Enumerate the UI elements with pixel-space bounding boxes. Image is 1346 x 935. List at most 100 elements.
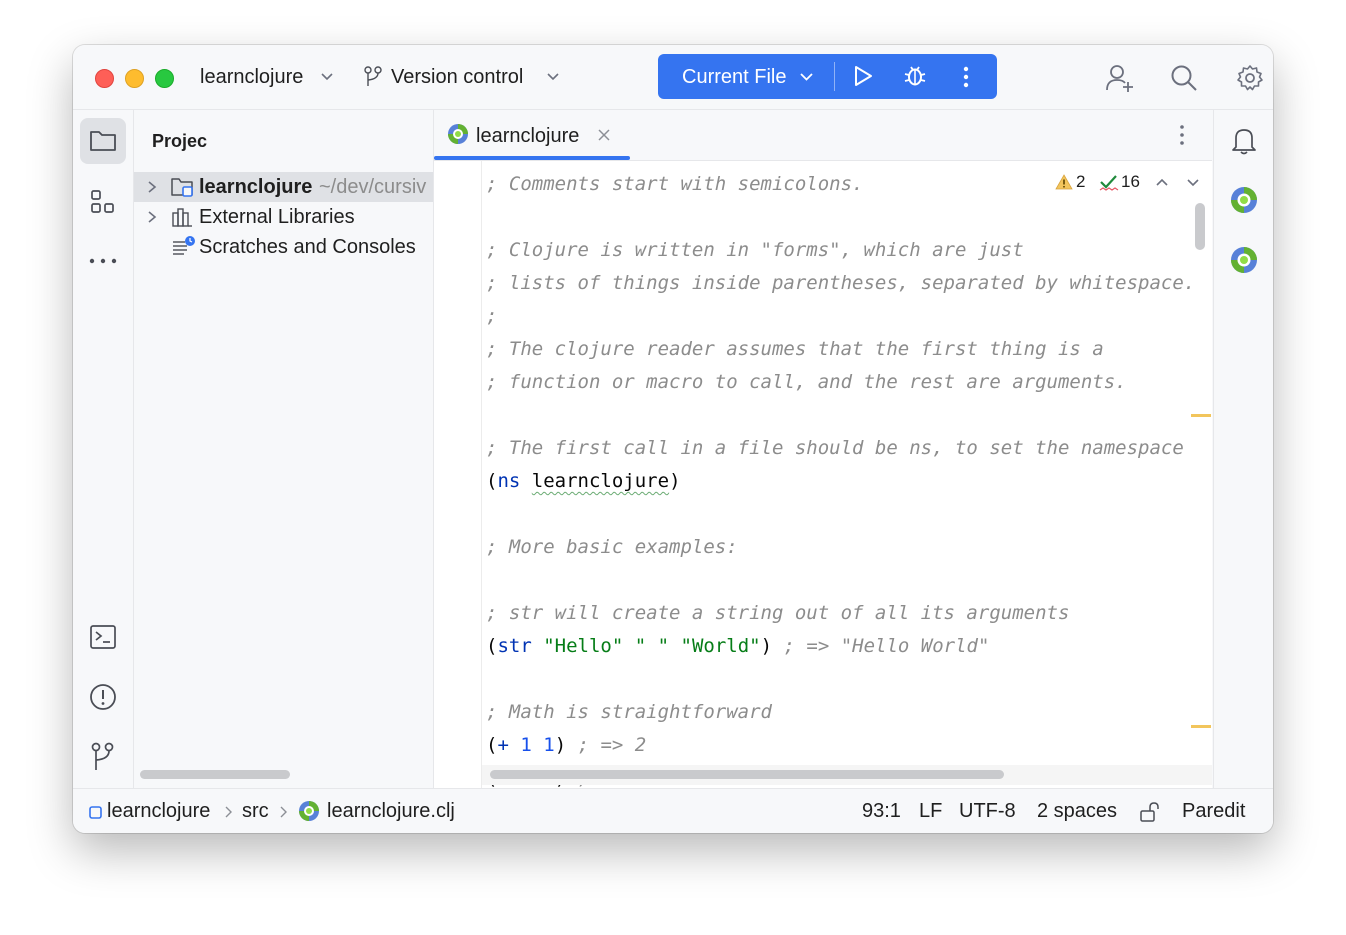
caret-position[interactable]: 93:1 <box>862 799 901 823</box>
breadcrumb-separator-icon <box>225 806 232 818</box>
weak-warning-count: 16 <box>1121 172 1140 191</box>
code-token: ( <box>486 635 498 657</box>
more-tool-windows-button[interactable] <box>80 238 126 284</box>
previous-highlight-icon[interactable] <box>1156 178 1168 187</box>
code-line[interactable]: ; Clojure is written in "forms", which a… <box>486 234 1212 267</box>
git-tool-button[interactable] <box>80 734 126 780</box>
project-panel-title: Projec <box>152 131 208 151</box>
code-line[interactable]: ; <box>486 300 1212 333</box>
problems-tool-button[interactable] <box>80 674 126 720</box>
editor-vertical-scrollbar[interactable] <box>1195 203 1205 250</box>
code-token: "Hello" <box>543 635 624 657</box>
terminal-tool-button[interactable] <box>80 614 126 660</box>
clojure-repl-icon[interactable] <box>1230 186 1258 214</box>
chevron-down-icon[interactable] <box>547 72 559 82</box>
project-tool-button[interactable] <box>80 118 126 164</box>
warning-stripe-marker[interactable] <box>1191 725 1211 728</box>
code-line[interactable] <box>486 564 1212 597</box>
more-actions-icon[interactable] <box>963 66 969 88</box>
title-bar: learnclojure Version control Current Fil… <box>73 45 1273 110</box>
git-icon <box>91 742 114 770</box>
code-line[interactable]: ; The first call in a file should be ns,… <box>486 432 1212 465</box>
code-token: ; Math is straightforward <box>486 701 772 723</box>
ide-window: learnclojure Version control Current Fil… <box>73 45 1273 833</box>
code-line[interactable]: ; function or macro to call, and the res… <box>486 366 1212 399</box>
code-token: "World" <box>680 635 761 657</box>
code-line[interactable]: ; lists of things inside parentheses, se… <box>486 267 1212 300</box>
paredit-mode[interactable]: Paredit <box>1182 799 1245 823</box>
code-token: ( <box>486 734 498 756</box>
tree-item-scratches[interactable]: Scratches and Consoles <box>134 232 433 262</box>
branch-icon <box>364 66 382 86</box>
editor-area: learnclojure ; Comments start with semic… <box>434 110 1212 788</box>
run-icon[interactable] <box>852 65 874 87</box>
code-line[interactable] <box>486 399 1212 432</box>
code-line[interactable]: (ns learnclojure) <box>486 465 1212 498</box>
right-tool-window-strip <box>1213 110 1273 788</box>
code-line[interactable]: ; The clojure reader assumes that the fi… <box>486 333 1212 366</box>
clojure-file-icon <box>299 801 319 821</box>
add-user-icon[interactable] <box>1105 63 1135 93</box>
tree-item-learnclojure[interactable]: learnclojure ~/dev/cursiv <box>134 172 433 202</box>
tree-item-label: Scratches and Consoles <box>199 236 416 258</box>
tree-item-external-libraries[interactable]: External Libraries <box>134 202 433 232</box>
run-configuration-selector[interactable]: Current File <box>682 65 786 89</box>
close-tab-icon[interactable] <box>598 129 610 141</box>
chevron-right-icon[interactable] <box>147 211 157 223</box>
breadcrumb-src[interactable]: src <box>242 799 269 823</box>
warning-stripe-marker[interactable] <box>1191 414 1211 417</box>
clojure-icon <box>448 124 468 144</box>
editor-tab-label: learnclojure <box>476 125 580 147</box>
next-highlight-icon[interactable] <box>1187 178 1199 187</box>
more-icon <box>89 258 117 264</box>
code-line[interactable]: ; Math is straightforward <box>486 696 1212 729</box>
unlock-icon[interactable] <box>1139 801 1161 823</box>
debug-icon[interactable] <box>903 64 927 88</box>
active-tab-indicator <box>434 156 630 160</box>
code-token: str <box>497 635 532 657</box>
tab-actions-icon[interactable] <box>1179 124 1185 146</box>
structure-tool-button[interactable] <box>80 178 126 224</box>
settings-gear-icon[interactable] <box>1236 64 1264 92</box>
minimize-window-button[interactable] <box>125 69 144 88</box>
code-editor[interactable]: ; Comments start with semicolons. ; Cloj… <box>486 168 1212 788</box>
search-icon[interactable] <box>1170 64 1198 92</box>
breadcrumb-file[interactable]: learnclojure.clj <box>327 799 455 823</box>
code-line[interactable]: ; More basic examples: <box>486 531 1212 564</box>
code-token: ; function or macro to call, and the res… <box>486 371 1127 393</box>
chevron-down-icon[interactable] <box>321 72 333 82</box>
zoom-window-button[interactable] <box>155 69 174 88</box>
code-token: ; => "Hello World" <box>783 635 990 657</box>
code-line[interactable]: ; str will create a string out of all it… <box>486 597 1212 630</box>
code-token: ; Clojure is written in "forms", which a… <box>486 239 1024 261</box>
code-line[interactable] <box>486 498 1212 531</box>
editor-horizontal-scrollbar[interactable] <box>490 770 1004 779</box>
code-token: ; => 2 <box>577 734 647 756</box>
code-token: ; The clojure reader assumes that the fi… <box>486 338 1104 360</box>
project-switcher[interactable]: learnclojure <box>200 65 303 89</box>
code-token: " " <box>634 635 670 657</box>
chevron-down-icon[interactable] <box>800 72 813 82</box>
code-line[interactable]: (str "Hello" " " "World") ; => "Hello Wo… <box>486 630 1212 663</box>
clojure-repl-icon[interactable] <box>1230 246 1258 274</box>
inspection-widget[interactable]: 2 16 <box>1052 170 1212 196</box>
line-separator[interactable]: LF <box>919 799 942 823</box>
notifications-icon[interactable] <box>1230 126 1258 156</box>
editor-tab-learnclojure[interactable]: learnclojure <box>434 110 630 160</box>
code-line[interactable]: (+ 1 1) ; => 2 <box>486 729 1212 762</box>
breadcrumb-project[interactable]: learnclojure <box>107 799 210 823</box>
code-token: ; <box>486 305 498 327</box>
chevron-right-icon[interactable] <box>147 181 157 193</box>
code-token: ns <box>497 470 521 492</box>
indent-setting[interactable]: 2 spaces <box>1037 799 1117 823</box>
terminal-icon <box>90 625 116 649</box>
file-encoding[interactable]: UTF-8 <box>959 799 1016 823</box>
version-control-menu[interactable]: Version control <box>391 65 523 89</box>
code-line[interactable] <box>486 663 1212 696</box>
project-horizontal-scrollbar[interactable] <box>140 770 290 779</box>
close-window-button[interactable] <box>95 69 114 88</box>
code-line[interactable] <box>486 201 1212 234</box>
